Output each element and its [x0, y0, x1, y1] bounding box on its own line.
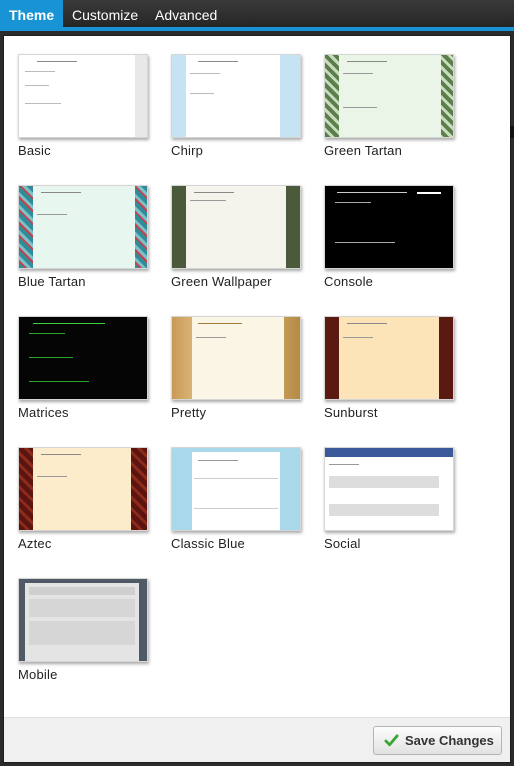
theme-thumbnail-green-wallpaper[interactable] — [171, 185, 301, 269]
scrollbar-handle[interactable] — [510, 126, 514, 138]
theme-thumbnail-chirp[interactable] — [171, 54, 301, 138]
theme-label: Matrices — [18, 405, 69, 420]
theme-thumbnail-console[interactable] — [324, 185, 454, 269]
top-tab-bar: Theme Customize Advanced — [0, 0, 514, 31]
theme-label: Pretty — [171, 405, 207, 420]
tab-advanced[interactable]: Advanced — [146, 0, 226, 31]
theme-thumbnail-matrices[interactable] — [18, 316, 148, 400]
theme-card-social[interactable]: Social — [324, 447, 454, 551]
theme-card-green-tartan[interactable]: Green Tartan — [324, 54, 454, 158]
theme-gallery[interactable]: Basic Chirp Green Tartan Blue Tartan Gre… — [4, 36, 510, 717]
theme-label: Mobile — [18, 667, 58, 682]
theme-thumbnail-mobile[interactable] — [18, 578, 148, 662]
theme-card-sunburst[interactable]: Sunburst — [324, 316, 454, 420]
theme-card-aztec[interactable]: Aztec — [18, 447, 148, 551]
theme-thumbnail-basic[interactable] — [18, 54, 148, 138]
theme-panel: Basic Chirp Green Tartan Blue Tartan Gre… — [3, 35, 511, 763]
tab-customize[interactable]: Customize — [63, 0, 147, 31]
theme-thumbnail-classic-blue[interactable] — [171, 447, 301, 531]
theme-label: Sunburst — [324, 405, 378, 420]
tab-theme[interactable]: Theme — [0, 0, 64, 31]
theme-card-pretty[interactable]: Pretty — [171, 316, 301, 420]
theme-card-chirp[interactable]: Chirp — [171, 54, 301, 158]
theme-card-basic[interactable]: Basic — [18, 54, 148, 158]
theme-label: Green Tartan — [324, 143, 403, 158]
theme-label: Classic Blue — [171, 536, 245, 551]
theme-card-matrices[interactable]: Matrices — [18, 316, 148, 420]
theme-thumbnail-pretty[interactable] — [171, 316, 301, 400]
theme-thumbnail-sunburst[interactable] — [324, 316, 454, 400]
footer-bar: Save Changes — [4, 717, 510, 762]
theme-card-green-wallpaper[interactable]: Green Wallpaper — [171, 185, 301, 289]
theme-label: Blue Tartan — [18, 274, 86, 289]
theme-thumbnail-blue-tartan[interactable] — [18, 185, 148, 269]
theme-card-console[interactable]: Console — [324, 185, 454, 289]
checkmark-icon — [384, 734, 399, 747]
save-changes-label: Save Changes — [405, 733, 494, 748]
theme-thumbnail-social[interactable] — [324, 447, 454, 531]
theme-card-mobile[interactable]: Mobile — [18, 578, 148, 682]
theme-card-classic-blue[interactable]: Classic Blue — [171, 447, 301, 551]
theme-thumbnail-aztec[interactable] — [18, 447, 148, 531]
save-changes-button[interactable]: Save Changes — [373, 726, 502, 755]
theme-card-blue-tartan[interactable]: Blue Tartan — [18, 185, 148, 289]
theme-thumbnail-green-tartan[interactable] — [324, 54, 454, 138]
theme-label: Basic — [18, 143, 51, 158]
theme-label: Console — [324, 274, 374, 289]
theme-label: Chirp — [171, 143, 204, 158]
theme-label: Social — [324, 536, 361, 551]
theme-label: Green Wallpaper — [171, 274, 272, 289]
theme-label: Aztec — [18, 536, 52, 551]
